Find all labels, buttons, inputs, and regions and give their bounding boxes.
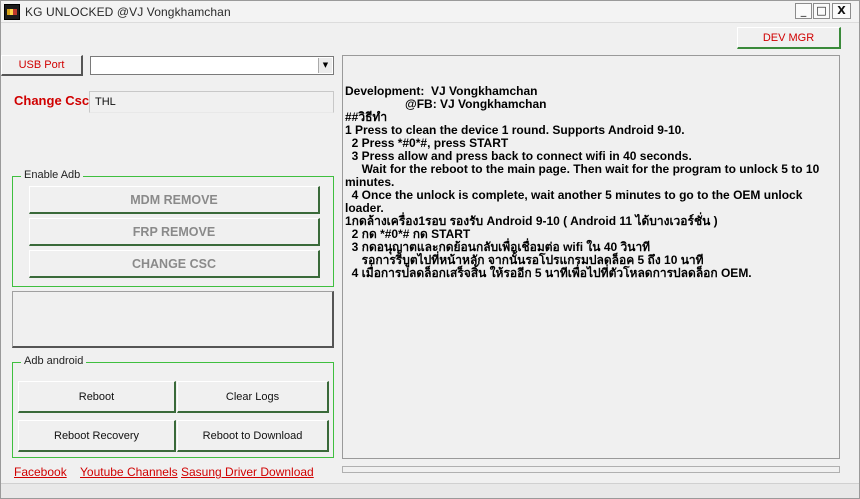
csc-input[interactable]: THL: [89, 91, 334, 113]
info-line: 4 เมื่อการปลดล็อกเสร็จสิ้น ให้รออีก 5 นา…: [345, 266, 752, 280]
adb-android-legend: Adb android: [21, 355, 87, 367]
reboot-download-button[interactable]: Reboot to Download: [177, 420, 329, 452]
info-log-panel[interactable]: Development: VJ Vongkhamchan @FB: VJ Von…: [342, 55, 840, 459]
info-line: Wait for the reboot to the main page. Th…: [345, 162, 820, 176]
title-bar: KG UNLOCKED @VJ Vongkhamchan _ □ X: [1, 1, 859, 23]
facebook-link[interactable]: Facebook: [14, 465, 67, 479]
change-csc-label: Change Csc:: [14, 93, 94, 108]
app-window: KG UNLOCKED @VJ Vongkhamchan _ □ X DEV M…: [0, 0, 860, 499]
minimize-button[interactable]: _: [795, 3, 812, 19]
info-line: @FB: VJ Vongkhamchan: [345, 97, 547, 111]
mdm-remove-button[interactable]: MDM REMOVE: [29, 186, 320, 214]
frp-remove-button[interactable]: FRP REMOVE: [29, 218, 320, 246]
info-line: 4 Once the unlock is complete, wait anot…: [345, 188, 803, 202]
change-csc-button[interactable]: CHANGE CSC: [29, 250, 320, 278]
progress-bar: [342, 466, 840, 473]
status-strip: [1, 483, 859, 498]
clear-logs-button[interactable]: Clear Logs: [177, 381, 329, 413]
reboot-button[interactable]: Reboot: [18, 381, 176, 413]
reboot-recovery-button[interactable]: Reboot Recovery: [18, 420, 176, 452]
close-button[interactable]: X: [832, 3, 851, 19]
maximize-button[interactable]: □: [813, 3, 830, 19]
usb-port-button[interactable]: USB Port: [1, 55, 83, 76]
adb-android-group: Adb android Reboot Clear Logs Reboot Rec…: [12, 355, 334, 458]
usb-port-select[interactable]: ▼: [90, 56, 334, 75]
app-logo-icon: [4, 4, 20, 20]
dev-mgr-button[interactable]: DEV MGR: [737, 27, 841, 49]
enable-adb-group: Enable Adb MDM REMOVE FRP REMOVE CHANGE …: [12, 169, 334, 287]
enable-adb-legend: Enable Adb: [21, 169, 84, 181]
samsung-driver-link[interactable]: Sasung Driver Download: [181, 465, 314, 479]
chevron-down-icon[interactable]: ▼: [318, 58, 332, 73]
window-title: KG UNLOCKED @VJ Vongkhamchan: [25, 5, 231, 19]
blank-panel: [12, 291, 334, 348]
youtube-link[interactable]: Youtube Channels: [80, 465, 178, 479]
